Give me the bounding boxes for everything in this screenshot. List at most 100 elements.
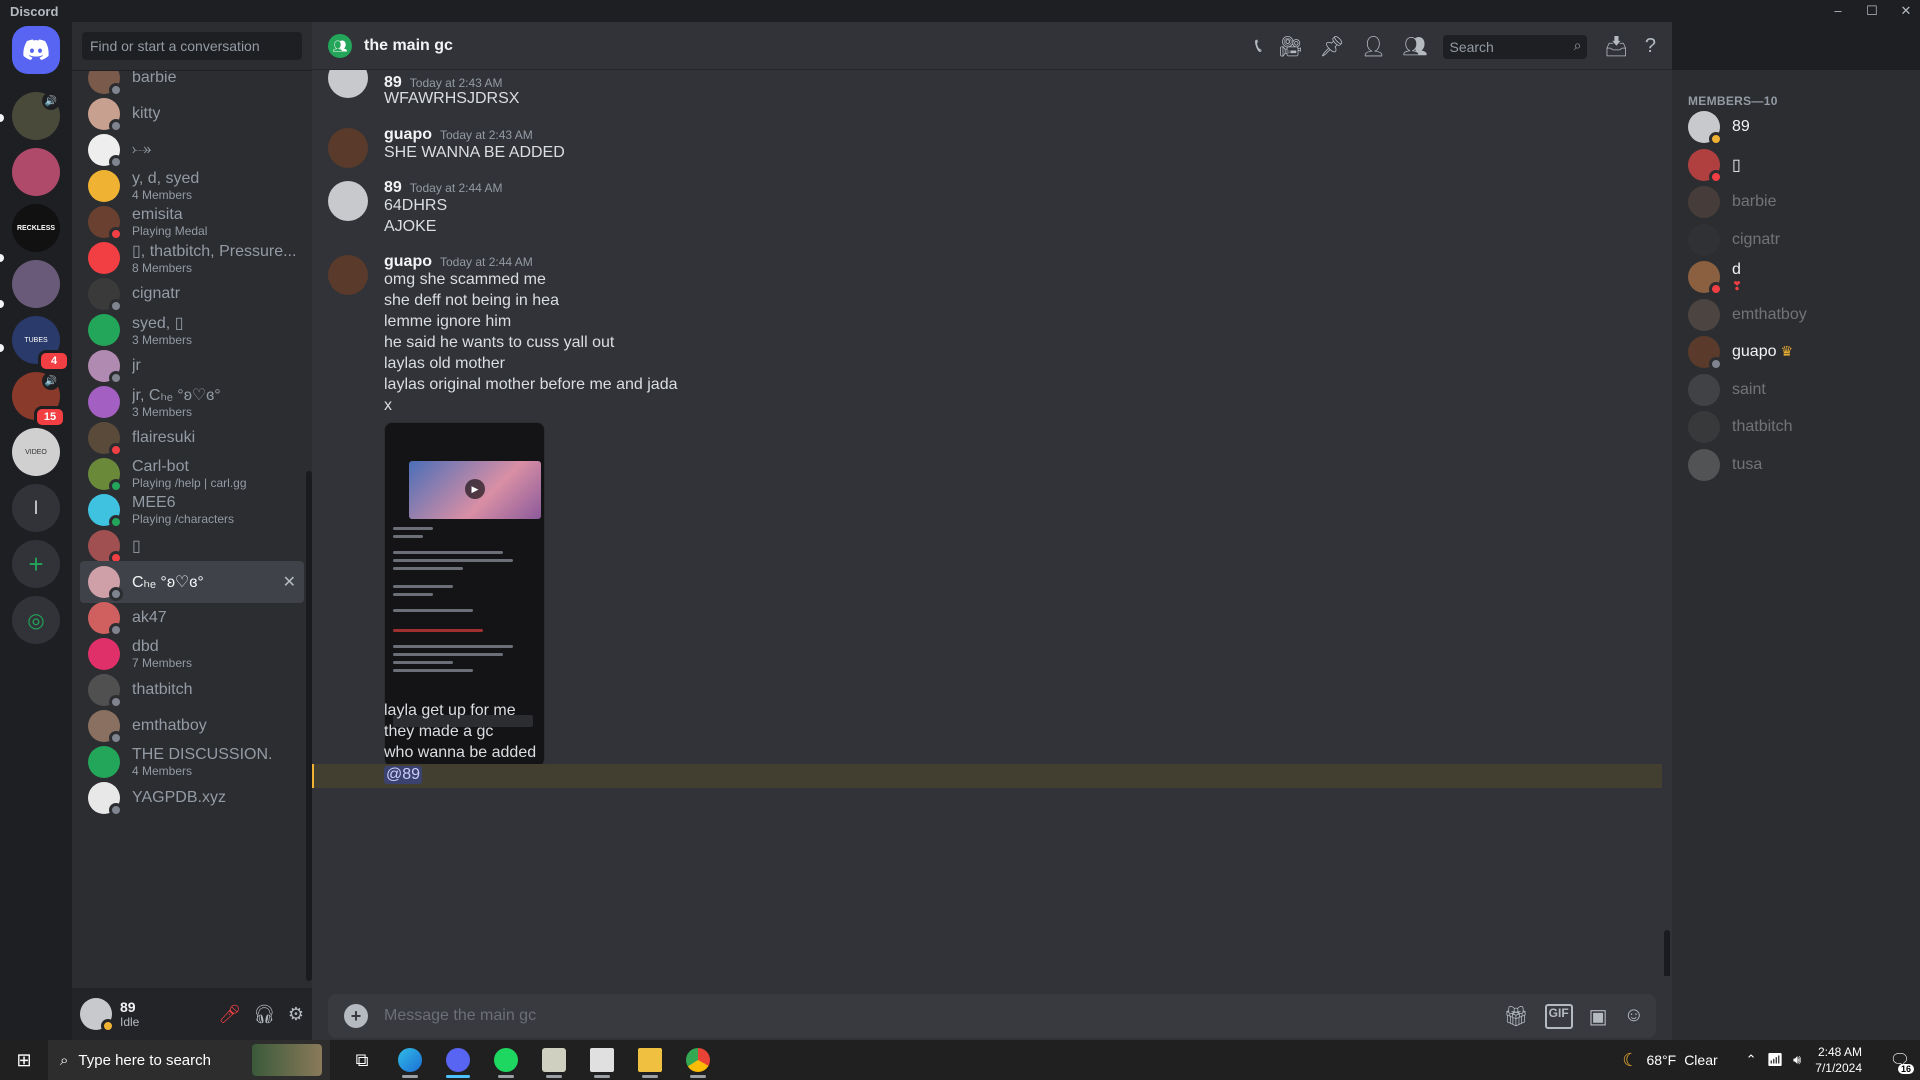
message-author[interactable]: 89	[384, 179, 402, 197]
emoji-icon[interactable]: ☺	[1624, 1004, 1644, 1029]
avatar[interactable]	[80, 998, 115, 1033]
chevron-up-icon[interactable]: ⌃	[1746, 1052, 1757, 1068]
sticker-icon[interactable]: ▣	[1589, 1004, 1608, 1029]
avatar	[88, 206, 123, 241]
dm-name: y, d, syed	[132, 170, 200, 187]
avatar	[1688, 448, 1720, 481]
member-item[interactable]: cignatr	[1680, 219, 1904, 261]
add-friends-icon[interactable]: 👤︎	[1361, 34, 1386, 59]
dm-name: ▯	[132, 538, 141, 555]
headphones-icon[interactable]: 🎧︎	[253, 1004, 276, 1025]
windows-start-icon[interactable]: ⊞	[0, 1040, 48, 1080]
close-window-icon[interactable]: ✕	[1898, 0, 1914, 22]
search-icon: ⌕	[60, 1051, 69, 1069]
gift-icon[interactable]: 🎁︎	[1503, 1004, 1528, 1029]
discord-home-button[interactable]	[12, 26, 60, 74]
settings-gear-icon[interactable]: ⚙	[288, 1004, 304, 1025]
member-item[interactable]: barbie	[1680, 181, 1904, 223]
upload-plus-icon[interactable]: +	[344, 1004, 368, 1028]
avatar	[88, 278, 123, 313]
dm-item[interactable]: YAGPDB.xyz	[80, 777, 304, 819]
member-item[interactable]: guapo ♛	[1680, 331, 1904, 373]
avatar	[1688, 336, 1723, 371]
avatar	[88, 746, 120, 778]
video-call-icon[interactable]: 🎥︎	[1278, 34, 1303, 59]
server-icon[interactable]: RECKLESS	[12, 204, 60, 252]
avatar	[88, 170, 120, 202]
member-item[interactable]: thatbitch	[1680, 406, 1904, 448]
taskbar-search-input[interactable]: ⌕ Type here to search	[48, 1040, 330, 1080]
server-icon[interactable]: l	[12, 484, 60, 532]
gif-icon[interactable]: GIF	[1544, 1003, 1573, 1029]
member-item[interactable]: saint	[1680, 369, 1904, 411]
member-item[interactable]: tusa	[1680, 444, 1904, 486]
dm-name: thatbitch	[132, 681, 193, 698]
app-window-icon[interactable]	[578, 1040, 626, 1080]
dm-name: barbie	[132, 70, 177, 86]
file-explorer-icon[interactable]	[626, 1040, 674, 1080]
mute-microphone-icon[interactable]: 🎤︎	[218, 1004, 241, 1025]
member-item[interactable]: 89	[1680, 106, 1904, 148]
member-item[interactable]: emthatboy	[1680, 294, 1904, 336]
chat-scrollbar[interactable]	[1664, 930, 1670, 976]
inbox-icon[interactable]: 📥︎	[1603, 34, 1628, 59]
weather-widget[interactable]: ☾ 68°F Clear	[1622, 1050, 1717, 1071]
minimize-icon[interactable]: –	[1830, 0, 1846, 22]
add-server-icon[interactable]: +	[12, 540, 60, 588]
user-status: Idle	[120, 1015, 140, 1029]
clock-date: 7/1/2024	[1815, 1061, 1862, 1075]
close-dm-icon[interactable]: ✕	[283, 572, 296, 592]
clock[interactable]: 2:48 AM 7/1/2024	[1815, 1044, 1862, 1076]
pinned-messages-icon[interactable]: 📌︎	[1319, 34, 1344, 59]
avatar	[88, 638, 120, 670]
avatar[interactable]	[328, 255, 368, 295]
message-text: AJOKE	[384, 218, 437, 235]
discover-compass-icon[interactable]: ◎	[12, 596, 60, 644]
avatar[interactable]	[328, 181, 368, 221]
message-author[interactable]: guapo	[384, 253, 432, 271]
avatar	[88, 494, 123, 529]
app-icon[interactable]	[530, 1040, 578, 1080]
mention-badge: 4	[38, 350, 70, 372]
avatar	[88, 674, 123, 709]
find-conversation-input[interactable]: Find or start a conversation	[82, 32, 302, 60]
member-list: MEMBERS—10 89 ▯ barbie cignatr d ❣ emthatboy gu…	[1672, 70, 1920, 1040]
avatar	[1688, 186, 1720, 218]
avatar[interactable]	[328, 128, 368, 168]
server-icon[interactable]	[12, 148, 60, 196]
dm-name: MEE6	[132, 494, 176, 511]
avatar	[1688, 298, 1720, 331]
avatar	[1688, 111, 1723, 146]
avatar	[88, 602, 123, 637]
avatar[interactable]	[328, 70, 368, 98]
network-icon[interactable]: 📶︎	[1767, 1052, 1784, 1068]
volume-icon[interactable]: 🔊︎	[1793, 1052, 1801, 1068]
member-list-icon[interactable]: 👥︎	[1402, 34, 1427, 59]
server-icon[interactable]	[12, 260, 60, 308]
app-title: Discord	[10, 3, 59, 19]
member-item[interactable]: ▯	[1680, 144, 1904, 186]
weather-condition: Clear	[1684, 1052, 1718, 1068]
member-item[interactable]: d ❣	[1680, 256, 1904, 298]
speaker-icon: 🔊	[42, 92, 60, 110]
help-icon[interactable]: ?	[1645, 35, 1656, 58]
voice-call-icon[interactable]: 📞︎	[1255, 35, 1262, 58]
edge-browser-icon[interactable]	[386, 1040, 434, 1080]
task-view-icon[interactable]: ⧉	[338, 1040, 386, 1080]
notification-icon[interactable]: 🗨︎ 16	[1880, 1040, 1920, 1080]
spotify-icon[interactable]	[482, 1040, 530, 1080]
maximize-icon[interactable]: ☐	[1864, 0, 1880, 22]
chrome-icon[interactable]	[674, 1040, 722, 1080]
avatar	[88, 314, 120, 346]
message-author[interactable]: guapo	[384, 126, 432, 144]
discord-taskbar-icon[interactable]	[434, 1040, 482, 1080]
message-input[interactable]: Message the main gc	[384, 1007, 536, 1025]
avatar	[88, 242, 120, 274]
server-icon[interactable]: VIDEO	[12, 428, 60, 476]
search-placeholder: Search	[1449, 38, 1494, 55]
search-input[interactable]: Search ⌕	[1443, 34, 1588, 59]
dm-sidebar: Find or start a conversation barbie kitty…	[72, 22, 312, 988]
mention-highlight-row: @89	[312, 764, 1662, 788]
user-mention[interactable]: @89	[384, 766, 423, 784]
message-composer[interactable]: + Message the main gc 🎁︎ GIF ▣ ☺	[328, 994, 1656, 1038]
